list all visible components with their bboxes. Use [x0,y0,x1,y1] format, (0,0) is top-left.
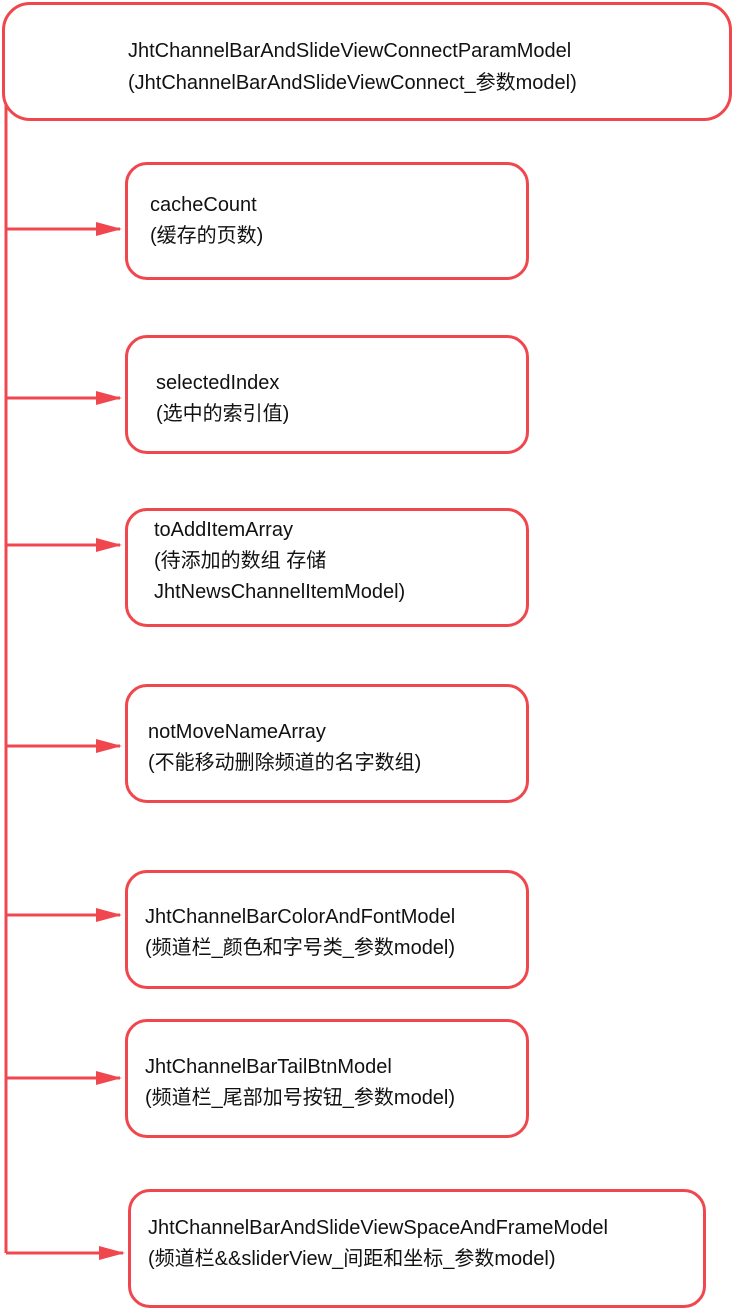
node-selected-index: selectedIndex (选中的索引值) [125,335,529,454]
node-name: JhtChannelBarAndSlideViewSpaceAndFrameMo… [148,1217,608,1239]
node-desc: (缓存的页数) [150,225,264,247]
node-name: selectedIndex [156,372,280,394]
node-desc: (频道栏&&sliderView_间距和坐标_参数model) [148,1248,556,1270]
root-node-name: JhtChannelBarAndSlideViewConnectParamMod… [128,40,572,62]
node-desc: (待添加的数组 存储 [154,550,327,572]
node-desc: (频道栏_尾部加号按钮_参数model) [145,1087,456,1109]
node-color-and-font-model: JhtChannelBarColorAndFontModel (频道栏_颜色和字… [125,870,529,989]
node-name: cacheCount [150,194,257,216]
tree-diagram: JhtChannelBarAndSlideViewConnectParamMod… [0,0,734,1310]
node-name: notMoveNameArray [148,721,326,743]
node-cache-count: cacheCount (缓存的页数) [125,162,529,280]
node-to-add-item-array: toAddItemArray (待添加的数组 存储 JhtNewsChannel… [125,508,529,627]
node-name: JhtChannelBarColorAndFontModel [145,906,456,928]
node-desc: (频道栏_颜色和字号类_参数model) [145,937,456,959]
node-not-move-name-array: notMoveNameArray (不能移动删除频道的名字数组) [125,684,529,803]
node-name: JhtChannelBarTailBtnModel [145,1056,392,1078]
root-node-desc: (JhtChannelBarAndSlideViewConnect_参数mode… [128,72,577,94]
node-desc-continued: JhtNewsChannelItemModel) [154,581,406,603]
root-node-box: JhtChannelBarAndSlideViewConnectParamMod… [2,2,732,121]
node-desc: (不能移动删除频道的名字数组) [148,752,422,774]
node-desc: (选中的索引值) [156,403,290,425]
node-space-and-frame-model: JhtChannelBarAndSlideViewSpaceAndFrameMo… [128,1189,706,1308]
node-tail-btn-model: JhtChannelBarTailBtnModel (频道栏_尾部加号按钮_参数… [125,1019,529,1138]
node-name: toAddItemArray [154,519,293,541]
